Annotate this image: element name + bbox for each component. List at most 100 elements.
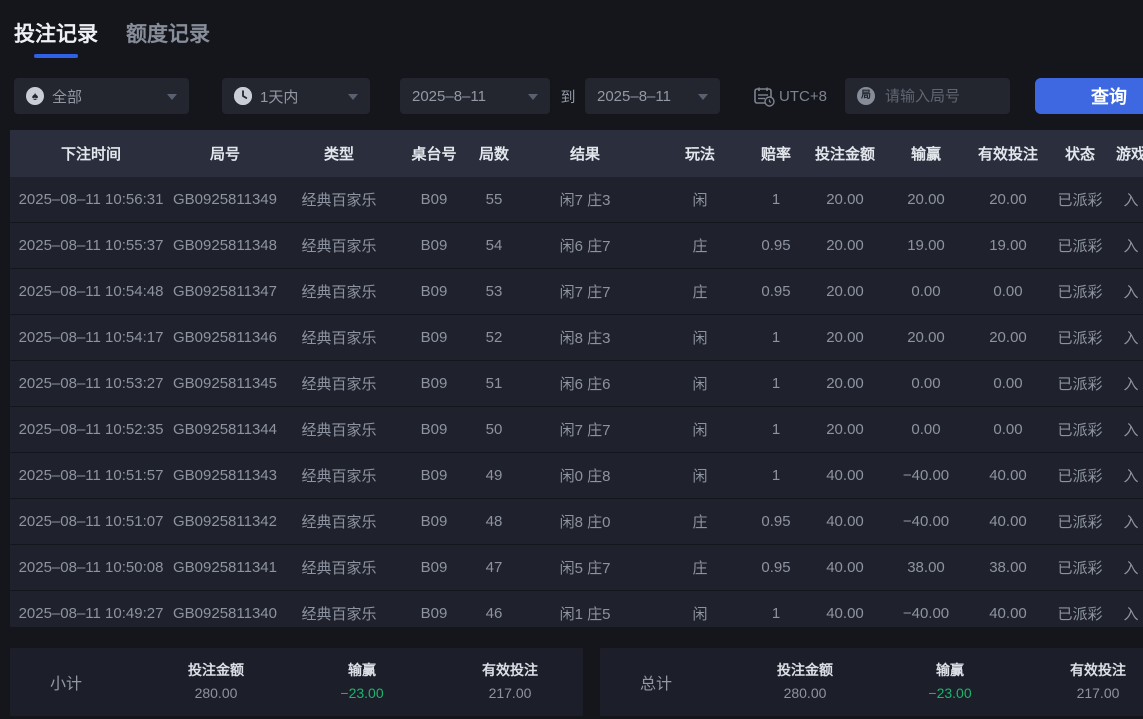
table-row: 2025–08–11 10:52:35GB0925811344经典百家乐B095… [10,407,1143,453]
cell-time: 2025–08–11 10:50:08 [10,545,172,591]
cell-play: 庄 [650,499,750,545]
cell-game: 入 [1108,315,1143,361]
cell-status: 已派彩 [1052,269,1108,315]
cell-winloss: −40.00 [888,453,964,499]
cell-round: GB0925811342 [172,499,278,545]
time-range-dropdown[interactable]: 1天内 [222,78,370,114]
table-row: 2025–08–11 10:51:07GB0925811342经典百家乐B094… [10,499,1143,545]
total-bet-amount: 投注金额 280.00 [735,660,875,701]
cell-table: B09 [400,223,468,269]
total-panel: 总计 投注金额 280.00 输赢 −23.00 有效投注 217.00 [600,648,1143,716]
cell-result: 闲7 庄3 [520,177,650,223]
column-header: 类型 [278,130,400,177]
cell-play: 闲 [650,453,750,499]
cell-valid: 19.00 [964,223,1052,269]
cell-status: 已派彩 [1052,177,1108,223]
cell-type: 经典百家乐 [278,407,400,453]
cell-game: 入 [1108,269,1143,315]
cell-games: 50 [468,407,520,453]
cell-game: 入 [1108,591,1143,628]
cell-game: 入 [1108,453,1143,499]
cell-game: 入 [1108,223,1143,269]
column-header: 局号 [172,130,278,177]
cell-valid: 0.00 [964,269,1052,315]
cell-status: 已派彩 [1052,499,1108,545]
column-header: 下注时间 [10,130,172,177]
table-row: 2025–08–11 10:54:17GB0925811346经典百家乐B095… [10,315,1143,361]
cell-play: 闲 [650,177,750,223]
cell-odds: 1 [750,315,802,361]
filter-bar: ♠ 全部 1天内 2025–8–11 到 2025–8–11 UTC+8 局 [0,78,1143,114]
column-header: 玩法 [650,130,750,177]
cell-play: 庄 [650,269,750,315]
cell-table: B09 [400,499,468,545]
cell-winloss: −40.00 [888,591,964,628]
search-button[interactable]: 查询 [1035,78,1143,114]
table-header-row: 下注时间局号类型桌台号局数结果玩法赔率投注金额输赢有效投注状态游戏 [10,130,1143,177]
cell-result: 闲8 庄3 [520,315,650,361]
cell-table: B09 [400,453,468,499]
cell-play: 闲 [650,591,750,628]
column-header: 输赢 [888,130,964,177]
cell-games: 51 [468,361,520,407]
cell-games: 46 [468,591,520,628]
subtotal-valid-bet: 有效投注 217.00 [440,660,580,701]
cell-table: B09 [400,269,468,315]
cell-result: 闲6 庄6 [520,361,650,407]
cell-type: 经典百家乐 [278,453,400,499]
game-type-value: 全部 [52,86,82,107]
date-to-dropdown[interactable]: 2025–8–11 [585,78,720,114]
cell-odds: 1 [750,453,802,499]
cell-winloss: 20.00 [888,315,964,361]
cell-amount: 20.00 [802,361,888,407]
cell-games: 49 [468,453,520,499]
cell-type: 经典百家乐 [278,361,400,407]
cell-odds: 1 [750,361,802,407]
cell-round: GB0925811343 [172,453,278,499]
cell-games: 47 [468,545,520,591]
table-row: 2025–08–11 10:56:31GB0925811349经典百家乐B095… [10,177,1143,223]
cell-round: GB0925811340 [172,591,278,628]
table-row: 2025–08–11 10:54:48GB0925811347经典百家乐B095… [10,269,1143,315]
timezone-indicator: UTC+8 [753,78,827,114]
cell-odds: 0.95 [750,269,802,315]
cell-status: 已派彩 [1052,361,1108,407]
cell-status: 已派彩 [1052,591,1108,628]
cell-result: 闲5 庄7 [520,545,650,591]
cell-type: 经典百家乐 [278,269,400,315]
total-winloss: 输赢 −23.00 [880,660,1020,701]
column-header: 有效投注 [964,130,1052,177]
cell-round: GB0925811346 [172,315,278,361]
cell-odds: 0.95 [750,545,802,591]
cell-result: 闲0 庄8 [520,453,650,499]
cell-time: 2025–08–11 10:51:57 [10,453,172,499]
table-row: 2025–08–11 10:49:27GB0925811340经典百家乐B094… [10,591,1143,628]
cell-status: 已派彩 [1052,545,1108,591]
cell-round: GB0925811344 [172,407,278,453]
spade-icon: ♠ [26,87,44,105]
cell-amount: 20.00 [802,269,888,315]
table-row: 2025–08–11 10:53:27GB0925811345经典百家乐B095… [10,361,1143,407]
column-header: 桌台号 [400,130,468,177]
cell-amount: 20.00 [802,315,888,361]
round-number-input[interactable] [883,87,997,106]
tab-bet-records-label: 投注记录 [14,23,98,46]
cell-play: 闲 [650,407,750,453]
cell-valid: 40.00 [964,453,1052,499]
round-number-field[interactable]: 局 [845,78,1010,114]
chevron-down-icon [528,94,538,100]
cell-winloss: 0.00 [888,407,964,453]
tab-bet-records[interactable]: 投注记录 [14,18,98,58]
cell-result: 闲6 庄7 [520,223,650,269]
tab-quota-records[interactable]: 额度记录 [126,18,210,58]
cell-game: 入 [1108,177,1143,223]
cell-winloss: 0.00 [888,269,964,315]
cell-table: B09 [400,591,468,628]
date-from-dropdown[interactable]: 2025–8–11 [400,78,550,114]
chevron-down-icon [167,94,177,100]
cell-play: 庄 [650,223,750,269]
subtotal-bet-amount: 投注金额 280.00 [146,660,286,701]
game-type-dropdown[interactable]: ♠ 全部 [14,78,189,114]
active-tab-underline [34,54,78,58]
cell-table: B09 [400,545,468,591]
